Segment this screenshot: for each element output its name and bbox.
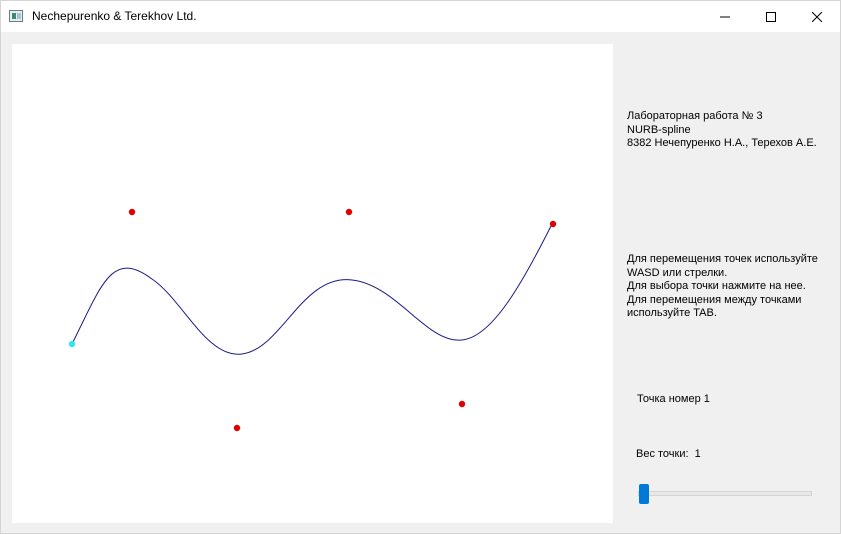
- help-line: WASD или стрелки.: [627, 266, 728, 279]
- maximize-button[interactable]: [748, 1, 794, 32]
- minimize-button[interactable]: [702, 1, 748, 32]
- weight-slider[interactable]: [638, 482, 812, 504]
- slider-handle[interactable]: [639, 484, 649, 504]
- lab-authors: 8382 Нечепуренко Н.А., Терехов А.Е.: [627, 137, 817, 149]
- control-point-selected[interactable]: [68, 340, 76, 348]
- lab-title: Лабораторная работа № 3: [627, 110, 763, 122]
- control-point[interactable]: [549, 220, 557, 228]
- drawing-canvas[interactable]: [12, 44, 613, 523]
- help-line: Для выбора точки нажмите на нее.: [627, 280, 806, 292]
- app-window: Nechepurenko & Terekhov Ltd. Лабораторна…: [0, 0, 841, 534]
- spline-canvas[interactable]: [12, 44, 613, 523]
- lab-subject: NURB-spline: [627, 123, 691, 136]
- control-point[interactable]: [345, 208, 353, 216]
- control-point[interactable]: [233, 424, 241, 432]
- control-point[interactable]: [128, 208, 136, 216]
- control-point[interactable]: [458, 400, 466, 408]
- nurbs-curve: [71, 223, 553, 355]
- point-number-label: Точка номер 1: [637, 393, 710, 405]
- maximize-icon: [766, 11, 776, 22]
- title-bar[interactable]: Nechepurenko & Terekhov Ltd.: [1, 1, 840, 32]
- close-icon: [812, 11, 822, 22]
- app-window-icon: [9, 10, 23, 22]
- close-button[interactable]: [794, 1, 840, 32]
- point-weight-label: Вес точки: 1: [636, 448, 701, 460]
- help-line: используйте TAB.: [627, 307, 717, 319]
- minimize-icon: [720, 16, 730, 17]
- window-title: Nechepurenko & Terekhov Ltd.: [32, 9, 197, 23]
- lab-info: Лабораторная работа № 3 NURB-spline 8382…: [627, 110, 817, 151]
- slider-track[interactable]: [638, 491, 812, 496]
- help-line: Для перемещения точек используйте: [627, 253, 818, 265]
- help-line: Для перемещения между точками: [627, 293, 802, 306]
- help-text: Для перемещения точек используйте WASD и…: [627, 253, 818, 321]
